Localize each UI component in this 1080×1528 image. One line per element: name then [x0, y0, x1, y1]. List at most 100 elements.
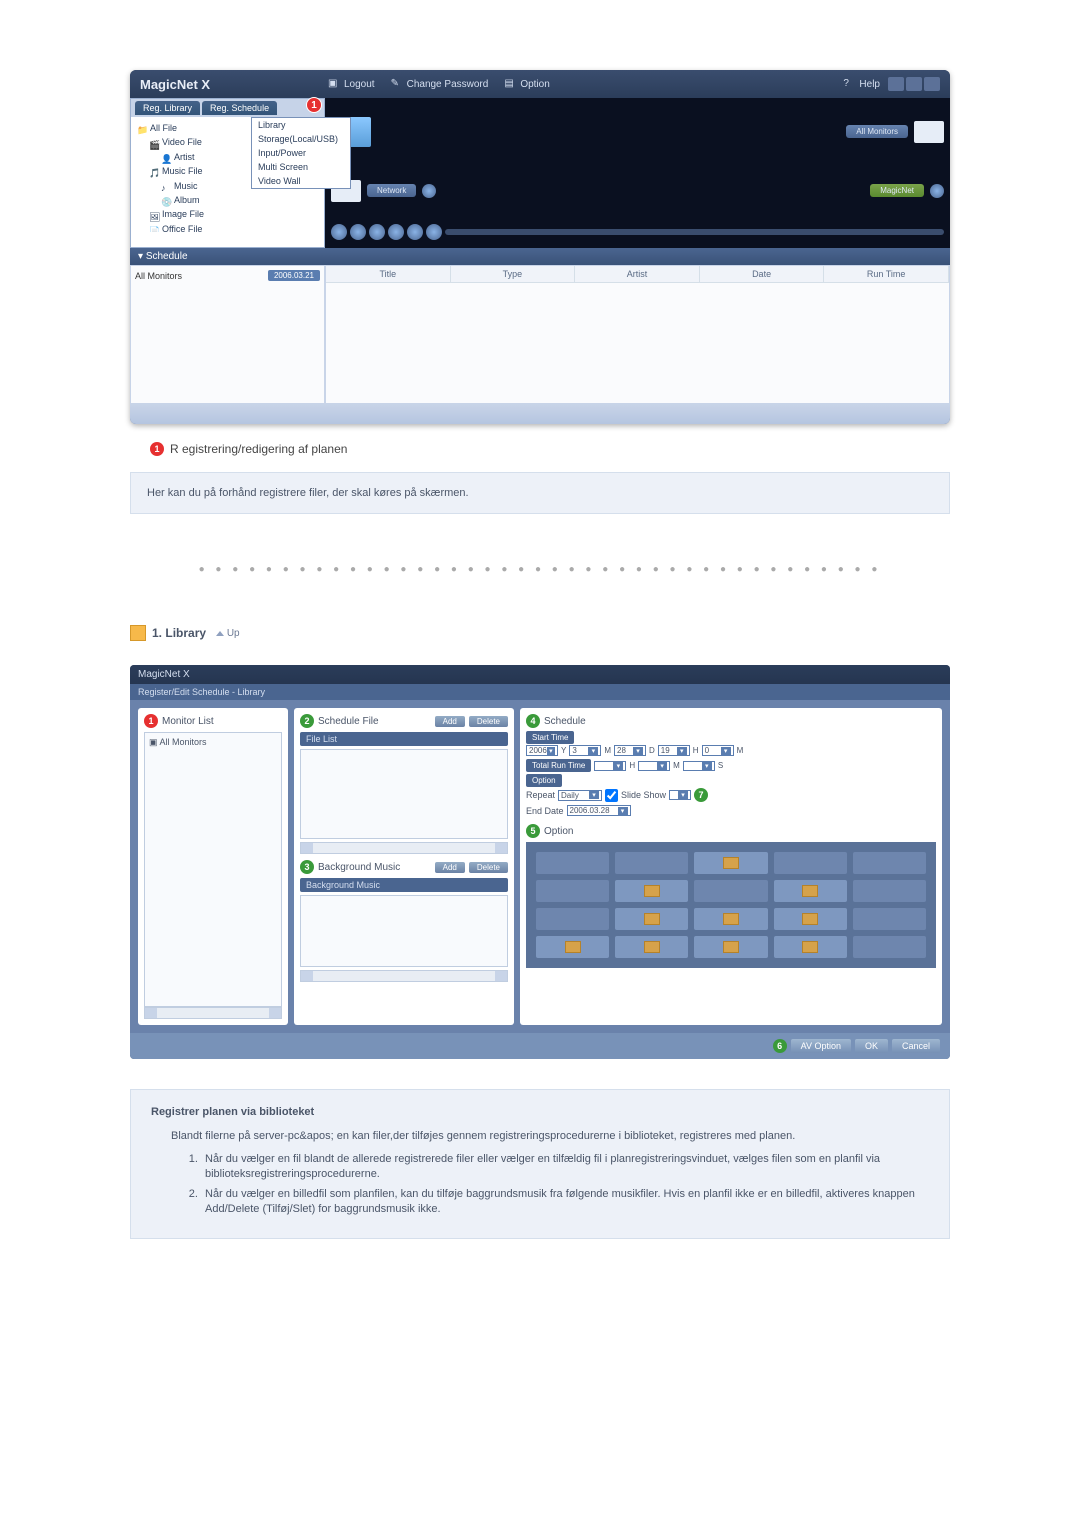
min-select[interactable]: 0▾ [702, 745, 734, 756]
help-icon: ? [843, 78, 855, 90]
up-arrow-icon [216, 631, 224, 636]
layout-opt[interactable] [694, 852, 767, 874]
artist-icon: 👤 [161, 152, 171, 162]
layout-icon [802, 885, 818, 897]
layout-opt[interactable] [615, 936, 688, 958]
key-icon: ✎ [391, 78, 403, 90]
play-button[interactable] [388, 224, 404, 240]
help-button[interactable]: ?Help [835, 76, 888, 92]
bg-music-list[interactable] [300, 895, 508, 967]
layout-opt[interactable] [853, 936, 926, 958]
magicnet-main-window: MagicNet X ▣Logout ✎Change Password ▤Opt… [130, 70, 950, 424]
col-date[interactable]: Date [700, 266, 825, 282]
layout-opt[interactable] [774, 852, 847, 874]
layout-opt[interactable] [694, 908, 767, 930]
menu-video-wall[interactable]: Video Wall [252, 174, 350, 188]
marker-4: 4 [526, 714, 540, 728]
schedule-date-select[interactable]: 2006.03.21 [268, 270, 320, 281]
col-artist[interactable]: Artist [575, 266, 700, 282]
slideshow-checkbox[interactable] [605, 789, 618, 802]
layout-icon [644, 913, 660, 925]
progress-bar[interactable] [445, 229, 944, 235]
change-password-button[interactable]: ✎Change Password [383, 76, 497, 92]
col-type[interactable]: Type [451, 266, 576, 282]
month-select[interactable]: 3▾ [569, 745, 601, 756]
tab-reg-library[interactable]: Reg. Library [135, 101, 200, 115]
bg-music-header: Background Music [300, 878, 508, 892]
file-list-header: File List [300, 732, 508, 746]
av-option-button[interactable]: AV Option [791, 1039, 851, 1053]
layout-opt[interactable] [615, 880, 688, 902]
layout-opt[interactable] [536, 936, 609, 958]
bg-music-add[interactable]: Add [435, 862, 465, 873]
tab-reg-schedule[interactable]: Reg. Schedule [202, 101, 277, 115]
hour-select[interactable]: 19▾ [658, 745, 690, 756]
stop-button[interactable] [350, 224, 366, 240]
bg-music-delete[interactable]: Delete [469, 862, 508, 873]
rt-m[interactable]: ▾ [638, 761, 670, 771]
layout-opt[interactable] [853, 908, 926, 930]
red-marker-1: 1 [150, 442, 164, 456]
layout-icon [802, 913, 818, 925]
monitor-list[interactable]: ▣ All Monitors [144, 732, 282, 1007]
layout-icon [802, 941, 818, 953]
layout-opt[interactable] [536, 852, 609, 874]
layout-opt[interactable] [853, 852, 926, 874]
layout-opt[interactable] [615, 908, 688, 930]
file-list-scroll[interactable] [300, 842, 508, 854]
ok-button[interactable]: OK [855, 1039, 888, 1053]
image-icon: 🖼 [149, 210, 159, 220]
cancel-button[interactable]: Cancel [892, 1039, 940, 1053]
layout-opt[interactable] [774, 880, 847, 902]
layout-opt[interactable] [536, 908, 609, 930]
sched-all-monitors[interactable]: All Monitors [135, 271, 182, 281]
layout-opt[interactable] [694, 936, 767, 958]
menu-storage[interactable]: Storage(Local/USB) [252, 132, 350, 146]
monitor-preview-icon[interactable] [914, 121, 944, 143]
bg-music-scroll[interactable] [300, 970, 508, 982]
marker-6: 6 [773, 1039, 787, 1053]
schedule-file-add[interactable]: Add [435, 716, 465, 727]
start-time-label: Start Time [526, 731, 574, 744]
layout-opt[interactable] [694, 880, 767, 902]
forward-button[interactable] [407, 224, 423, 240]
window-controls[interactable] [888, 77, 940, 91]
marker-5: 5 [526, 824, 540, 838]
repeat-select[interactable]: Daily▾ [558, 790, 602, 801]
prev-track-button[interactable] [331, 224, 347, 240]
schedule-file-delete[interactable]: Delete [469, 716, 508, 727]
rewind-button[interactable] [369, 224, 385, 240]
section-icon [130, 625, 146, 641]
rt-h[interactable]: ▾ [594, 761, 626, 771]
year-select[interactable]: 2006▾ [526, 745, 558, 756]
layout-opt[interactable] [615, 852, 688, 874]
divider: ● ● ● ● ● ● ● ● ● ● ● ● ● ● ● ● ● ● ● ● … [130, 564, 950, 575]
col-title[interactable]: Title [326, 266, 451, 282]
up-link[interactable]: Up [216, 628, 240, 639]
file-list[interactable] [300, 749, 508, 839]
dialog-titlebar: MagicNet X [130, 665, 950, 684]
logout-button[interactable]: ▣Logout [320, 76, 383, 92]
rt-s[interactable]: ▾ [683, 761, 715, 771]
layout-opt[interactable] [774, 936, 847, 958]
instr-heading: Registrer planen via biblioteket [151, 1106, 929, 1118]
menu-multi-screen[interactable]: Multi Screen [252, 160, 350, 174]
layout-opt[interactable] [853, 880, 926, 902]
magicnet-toggle[interactable] [930, 184, 944, 198]
logout-icon: ▣ [328, 78, 340, 90]
h-scrollbar[interactable] [144, 1007, 282, 1019]
day-select[interactable]: 28▾ [614, 745, 646, 756]
col-runtime[interactable]: Run Time [824, 266, 949, 282]
end-date-select[interactable]: 2006.03.28▾ [567, 805, 631, 816]
option-button[interactable]: ▤Option [496, 76, 557, 92]
layout-opt[interactable] [536, 880, 609, 902]
menu-library[interactable]: Library [252, 118, 350, 132]
layout-opt[interactable] [774, 908, 847, 930]
menu-input-power[interactable]: Input/Power [252, 146, 350, 160]
next-track-button[interactable] [426, 224, 442, 240]
slideshow-interval[interactable]: ▾ [669, 790, 691, 800]
network-toggle[interactable] [422, 184, 436, 198]
option-label: Option [526, 774, 562, 787]
layout-icon [723, 913, 739, 925]
context-menu[interactable]: Library Storage(Local/USB) Input/Power M… [251, 117, 351, 189]
